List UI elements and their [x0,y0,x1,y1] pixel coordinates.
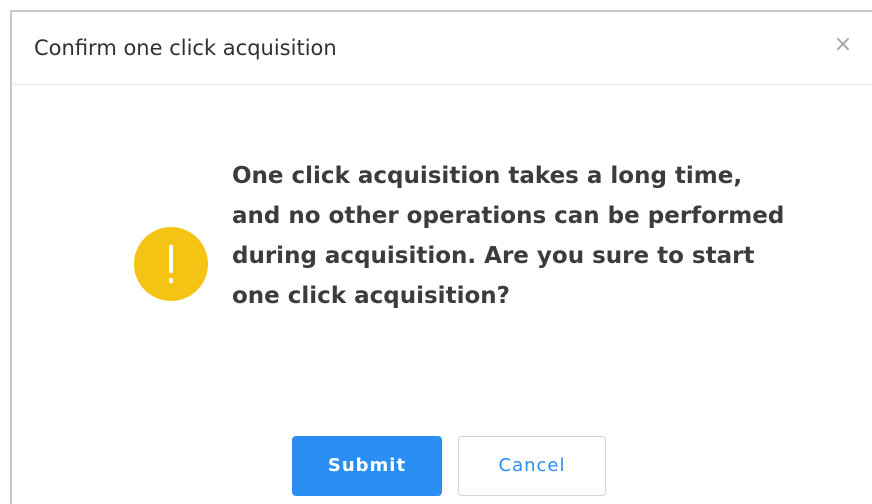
close-icon[interactable]: × [832,34,854,56]
dialog-title: Confirm one click acquisition [34,36,337,60]
confirmation-message: One click acquisition takes a long time,… [232,163,785,309]
warning-icon [134,227,208,301]
cancel-button[interactable]: Cancel [458,436,606,496]
dialog-header: Confirm one click acquisition × [12,12,872,85]
confirm-dialog: Confirm one click acquisition × One clic… [10,10,872,504]
submit-button[interactable]: Submit [292,436,442,496]
exclamation-glyph [169,245,173,283]
